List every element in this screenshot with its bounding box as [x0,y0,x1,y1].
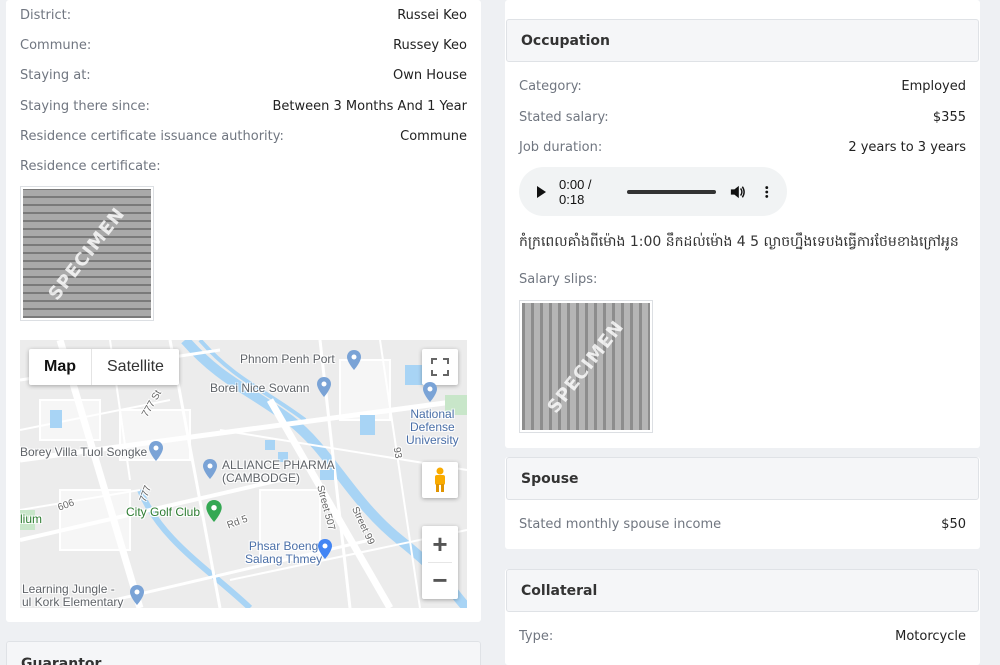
field-job-duration: Job duration: 2 years to 3 years [519,139,966,157]
map-label-city-golf: City Golf Club [126,505,201,519]
map-label-learning-jungle-text: Learning Jungle - ul Kork Elementary [22,582,124,609]
field-category: Category: Employed [519,78,966,96]
field-value: Russei Keo [397,8,467,23]
fullscreen-icon [431,358,449,376]
guarantor-card: Guarantor [6,641,481,665]
school-pin-icon [130,585,144,608]
collateral-header: Collateral [506,569,979,612]
audio-progress-bar[interactable] [627,189,716,194]
field-label: District: [20,8,72,23]
salary-slip-thumbnail[interactable]: SPECIMEN [519,300,653,433]
field-collateral-type: Type: Motorcycle [519,628,966,646]
field-value: Motorcycle [895,629,966,644]
occupation-title: Occupation [521,32,611,49]
map-street-label: 93 [390,446,404,460]
map-label-phnom-penh-port: Phnom Penh Port [240,352,335,366]
field-label: Category: [519,79,582,94]
map-label-learning-jungle: Learning Jungle - ul Kork Elementary [22,582,124,609]
place-pin-icon [149,441,163,465]
field-label: Stated monthly spouse income [519,517,722,532]
map-label-lium: lium [20,512,43,526]
field-value: Russey Keo [393,38,467,53]
field-district: District: Russei Keo [20,7,467,25]
guarantor-header: Guarantor [6,641,481,665]
map-label-alliance-pharma: ALLIANCE PHARMA (CAMBODGE) [222,459,335,485]
zoom-in-button[interactable]: + [432,526,447,562]
place-pin-icon [203,459,217,483]
field-staying-since: Staying there since: Between 3 Months An… [20,98,467,116]
occupation-header: Occupation [506,19,979,62]
map-label-phsar-boeng-text: Phsar Boeng Salang Thmey [245,539,323,566]
audio-player: 0:00 / 0:18 [519,167,787,216]
school-pin-icon [423,382,437,406]
fullscreen-button[interactable] [422,349,458,385]
field-label: Stated salary: [519,110,609,125]
zoom-out-button[interactable]: − [432,563,447,599]
golf-pin-icon [206,500,222,526]
map-type-map-button[interactable]: Map [29,349,92,385]
street-view-pegman[interactable] [422,462,458,498]
residence-certificate-thumbnail[interactable]: SPECIMEN [20,186,154,321]
place-pin-icon [347,350,361,374]
more-options-icon[interactable] [765,185,769,199]
zoom-control: + − [422,526,458,599]
field-value: $50 [941,517,966,532]
field-value: $355 [932,110,966,125]
map-label-phsar-boeng: Phsar Boeng Salang Thmey [245,540,322,566]
field-label: Staying at: [20,68,91,83]
play-icon[interactable] [537,185,546,198]
map-type-control: Map Satellite [29,349,179,385]
field-stated-salary: Stated salary: $355 [519,109,966,127]
field-staying-at: Staying at: Own House [20,67,467,85]
collateral-title: Collateral [521,582,598,599]
field-label: Commune: [20,38,92,53]
field-value: Employed [901,79,966,94]
field-label: Residence certificate issuance authority… [20,129,284,144]
place-pin-icon [317,377,331,401]
map-label-borei-nice: Borei Nice Sovann [210,381,310,395]
field-label: Type: [519,629,554,644]
field-commune: Commune: Russey Keo [20,37,467,55]
field-value: 2 years to 3 years [848,140,966,155]
salary-slips-label: Salary slips: [519,272,598,287]
volume-icon[interactable] [730,184,746,200]
field-label: Job duration: [519,140,603,155]
specimen-watermark: SPECIMEN [44,203,130,304]
map-label-national-defense-text: National Defense University [406,407,459,447]
specimen-watermark: SPECIMEN [543,316,629,417]
map-label-alliance-pharma-text: ALLIANCE PHARMA (CAMBODGE) [222,458,335,485]
shopping-pin-icon [318,539,332,563]
field-label: Staying there since: [20,99,150,114]
map-label-national-defense: National Defense University [406,408,459,447]
spouse-title: Spouse [521,470,579,487]
spouse-header: Spouse [506,457,979,500]
location-map[interactable]: Map Satellite + − Phnom Penh Port Borei … [20,340,467,608]
field-value: Commune [400,129,467,144]
pegman-icon [435,467,445,492]
map-type-satellite-button[interactable]: Satellite [92,349,179,385]
guarantor-title: Guarantor [21,655,102,665]
residence-certificate-label: Residence certificate: [20,159,161,174]
field-value: Between 3 Months And 1 Year [272,99,467,114]
field-value: Own House [393,68,467,83]
map-label-borey-villa: Borey Villa Tuol Songke [20,445,148,459]
audio-time: 0:00 / 0:18 [559,176,592,207]
field-spouse-income: Stated monthly spouse income $50 [519,516,966,534]
field-issuance-authority: Residence certificate issuance authority… [20,128,467,146]
audio-transcript-note: កំក្រពេលគាំងពីម៉ោង 1:00 នឹកដល់ម៉ោង 4 5 ល… [519,234,959,250]
